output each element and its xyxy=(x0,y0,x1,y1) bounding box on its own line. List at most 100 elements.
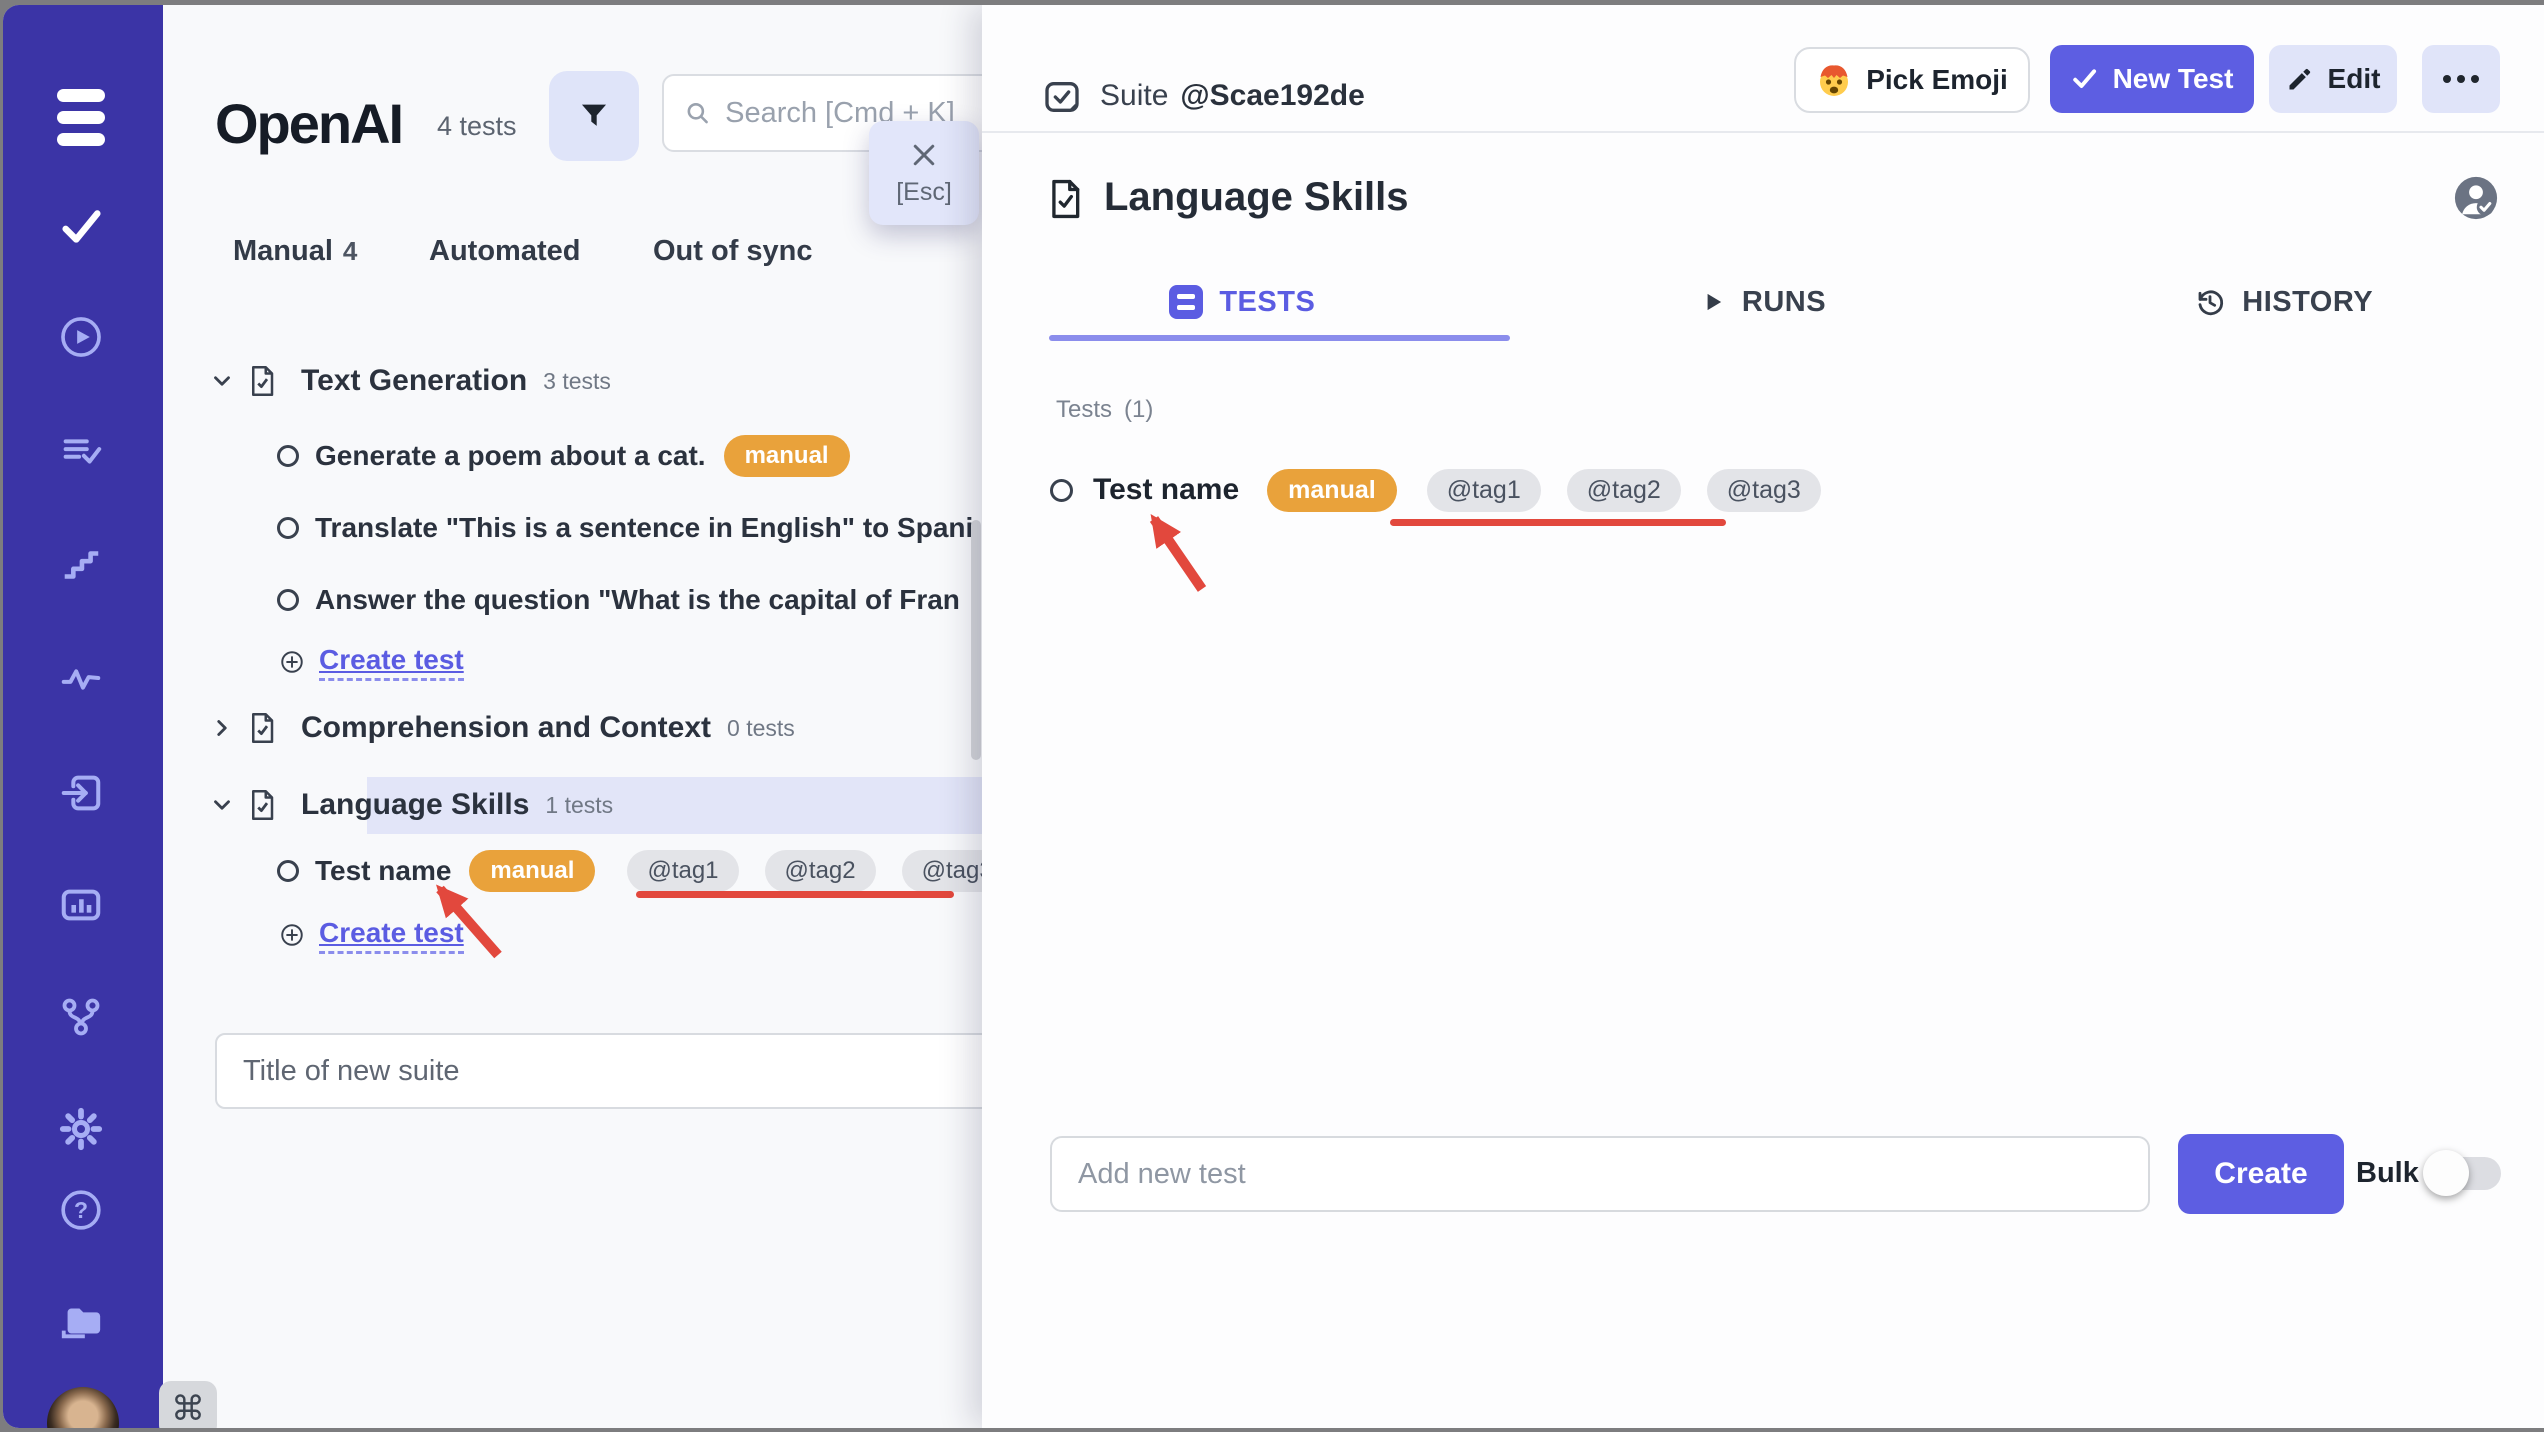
play-circle-icon[interactable] xyxy=(58,314,104,360)
bar-chart-icon[interactable] xyxy=(58,882,104,928)
tag-pill[interactable]: @tag2 xyxy=(764,850,876,892)
tab-history[interactable]: HISTORY xyxy=(2023,273,2544,331)
chevron-down-icon[interactable] xyxy=(209,792,235,818)
bulk-label: Bulk xyxy=(2356,1157,2419,1189)
command-icon: ⌘ xyxy=(171,1390,205,1428)
more-actions-button[interactable] xyxy=(2422,45,2500,113)
tab-manual-count: 4 xyxy=(342,236,358,266)
menu-icon[interactable] xyxy=(57,89,105,155)
tag-pill[interactable]: @tag1 xyxy=(627,850,739,892)
suite-id: @Scae192de xyxy=(1180,79,1365,112)
file-check-icon xyxy=(252,366,274,396)
annotation-underline xyxy=(636,891,954,898)
sidebar: ? xyxy=(3,5,163,1428)
suite-prefix: Suite xyxy=(1100,79,1169,112)
esc-hint: [Esc] xyxy=(896,177,952,206)
suite-owner-avatar[interactable] xyxy=(2453,175,2499,221)
tab-tests[interactable]: TESTS xyxy=(982,273,1503,331)
pick-emoji-button[interactable]: Pick Emoji xyxy=(1794,47,2030,113)
tree-test-row[interactable]: Generate a poem about a cat. manual xyxy=(277,428,850,484)
tab-manual[interactable]: Manual 4 xyxy=(233,235,357,268)
create-test-row[interactable]: Create test xyxy=(279,634,464,690)
section-count: 3 tests xyxy=(543,367,611,394)
edit-label: Edit xyxy=(2327,63,2381,94)
file-check-icon xyxy=(252,713,274,743)
steps-icon[interactable] xyxy=(58,542,104,588)
command-key-badge[interactable]: ⌘ xyxy=(159,1381,217,1428)
edit-button[interactable]: Edit xyxy=(2269,45,2397,113)
list-check-icon[interactable] xyxy=(58,428,104,474)
tab-automated[interactable]: Automated xyxy=(429,235,580,268)
suite-detail-panel: Suite @Scae192de Pick Emoji New Test Edit xyxy=(982,5,2544,1428)
gear-icon[interactable] xyxy=(58,1106,104,1152)
tree-section-comprehension[interactable]: Comprehension and Context 0 tests xyxy=(209,700,795,756)
check-icon xyxy=(2072,69,2096,88)
help-icon[interactable]: ? xyxy=(58,1187,104,1233)
suite-icon xyxy=(1045,82,1079,112)
close-panel-button[interactable]: [Esc] xyxy=(869,121,979,225)
annotation-arrow xyxy=(436,884,502,959)
chevron-down-icon[interactable] xyxy=(209,368,235,394)
tests-section-heading: Tests (1) xyxy=(1056,396,1154,423)
tag-pill[interactable]: @tag3 xyxy=(1706,468,1821,512)
file-check-icon xyxy=(252,790,274,820)
test-name: Generate a poem about a cat. xyxy=(315,440,706,471)
tab-out-of-sync[interactable]: Out of sync xyxy=(653,235,813,268)
tag-pill[interactable]: @tag2 xyxy=(1566,468,1681,512)
filter-button[interactable] xyxy=(549,71,639,161)
file-check-icon xyxy=(1052,179,1080,219)
history-clock-icon xyxy=(2198,290,2224,316)
ellipsis-icon xyxy=(2443,75,2451,83)
project-test-count: 4 tests xyxy=(437,111,517,141)
create-button[interactable]: Create xyxy=(2178,1134,2344,1214)
scrollbar-thumb[interactable] xyxy=(971,520,981,760)
new-test-button[interactable]: New Test xyxy=(2050,45,2254,113)
activity-icon[interactable] xyxy=(58,656,104,702)
tree-test-row[interactable]: Translate "This is a sentence in English… xyxy=(277,500,973,556)
funnel-icon xyxy=(581,104,607,126)
tab-runs[interactable]: RUNS xyxy=(1503,273,2024,331)
test-name: Translate "This is a sentence in English… xyxy=(315,512,974,543)
section-title: Text Generation xyxy=(301,364,528,397)
play-icon xyxy=(1707,293,1722,311)
check-icon[interactable] xyxy=(58,203,104,249)
manual-badge: manual xyxy=(723,435,850,477)
active-tab-underline xyxy=(1049,335,1510,341)
suite-title: Language Skills xyxy=(1104,175,1409,219)
svg-text:?: ? xyxy=(74,1197,88,1223)
annotation-arrow xyxy=(1149,514,1207,592)
chevron-right-icon[interactable] xyxy=(209,715,235,741)
search-icon xyxy=(687,103,708,124)
tree-test-row[interactable]: Answer the question "What is the capital… xyxy=(277,572,960,628)
suite-tab-bar: TESTS RUNS HISTORY xyxy=(982,273,2544,331)
exploding-head-emoji xyxy=(1820,65,1849,96)
folder-icon[interactable] xyxy=(58,1298,104,1344)
suite-breadcrumb: Suite @Scae192de xyxy=(1100,79,1365,113)
annotation-underline xyxy=(1390,519,1726,526)
create-test-link[interactable]: Create test xyxy=(319,644,464,681)
section-count: 1 tests xyxy=(545,791,614,818)
bulk-toggle[interactable] xyxy=(2423,1149,2501,1197)
close-icon xyxy=(913,144,935,165)
new-suite-input[interactable] xyxy=(215,1033,995,1109)
tests-tab-icon xyxy=(1169,285,1204,319)
test-status-circle xyxy=(277,860,299,882)
tree-section-language-skills[interactable]: Language Skills 1 tests xyxy=(209,777,613,833)
section-count: 0 tests xyxy=(727,714,795,741)
test-status-circle xyxy=(1050,478,1073,502)
section-title: Language Skills xyxy=(301,788,530,821)
tree-section-text-generation[interactable]: Text Generation 3 tests xyxy=(209,353,611,409)
test-status-circle xyxy=(277,517,299,539)
test-name: Answer the question "What is the capital… xyxy=(315,584,960,615)
header-divider xyxy=(982,131,2544,133)
sign-in-icon[interactable] xyxy=(58,770,104,816)
test-status-circle xyxy=(277,589,299,611)
toggle-knob[interactable] xyxy=(2423,1150,2469,1196)
user-avatar[interactable] xyxy=(47,1387,119,1428)
new-test-label: New Test xyxy=(2112,63,2234,94)
add-test-input[interactable] xyxy=(1050,1136,2150,1212)
git-branch-icon[interactable] xyxy=(58,994,104,1040)
test-status-circle xyxy=(277,445,299,467)
manual-badge: manual xyxy=(1267,468,1397,512)
tag-pill[interactable]: @tag1 xyxy=(1426,468,1541,512)
